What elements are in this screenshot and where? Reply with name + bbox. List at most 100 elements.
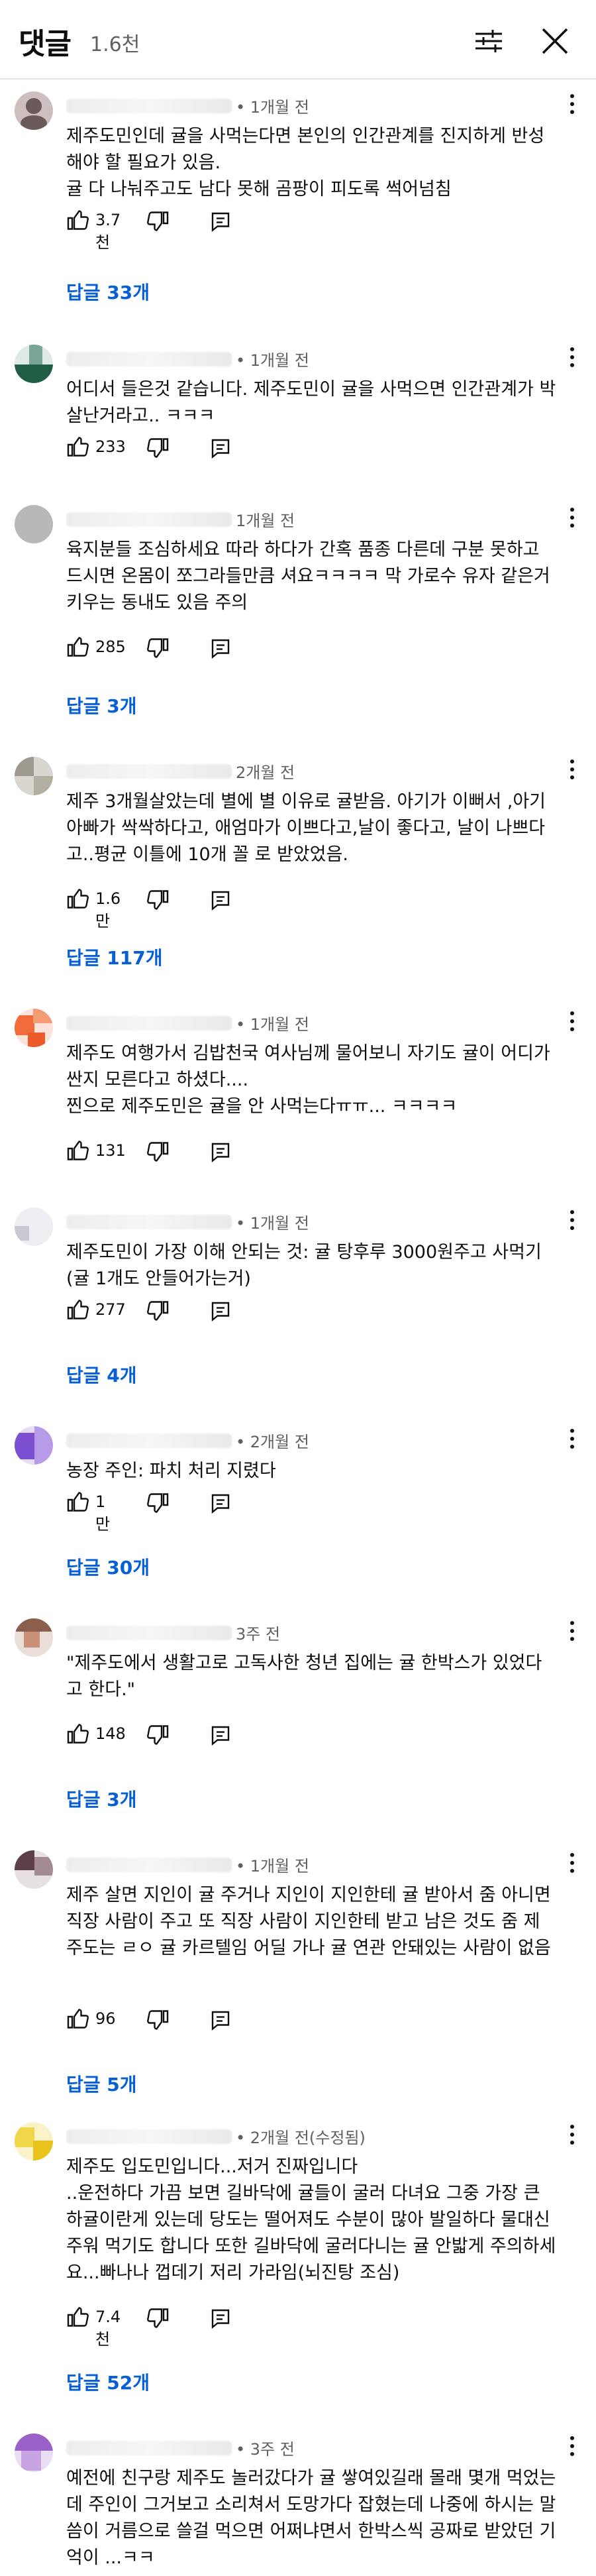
- reply-icon[interactable]: [209, 888, 232, 912]
- comment-time: 1개월 전: [236, 512, 295, 530]
- view-replies-link[interactable]: 답글 4개: [66, 1361, 137, 1388]
- comment-meta: • 2개월 전(수정됨): [66, 2125, 366, 2149]
- author-name[interactable]: [66, 512, 232, 527]
- comment-menu-button[interactable]: [566, 345, 579, 374]
- comment-time: • 3주 전: [236, 2440, 295, 2459]
- author-name[interactable]: [66, 1015, 232, 1031]
- avatar[interactable]: [15, 91, 53, 130]
- author-name[interactable]: [66, 1433, 232, 1448]
- thumb-down-icon[interactable]: [146, 636, 170, 660]
- comment-menu-button[interactable]: [566, 757, 579, 786]
- author-name[interactable]: [66, 2129, 232, 2144]
- comment-menu-button[interactable]: [566, 1618, 579, 1648]
- reply-icon[interactable]: [209, 2306, 232, 2330]
- comment-menu-button[interactable]: [566, 1207, 579, 1237]
- reply-icon[interactable]: [209, 1140, 232, 1164]
- author-name[interactable]: [66, 2440, 232, 2455]
- thumb-up-icon[interactable]: [66, 1722, 90, 1746]
- comment-menu-button[interactable]: [566, 505, 579, 534]
- comment-meta: • 1개월 전: [66, 94, 309, 118]
- thumb-up-icon[interactable]: [66, 1139, 90, 1162]
- comment-menu-button[interactable]: [566, 2434, 579, 2463]
- thumb-down-icon[interactable]: [146, 2306, 170, 2330]
- thumb-down-icon[interactable]: [146, 209, 170, 233]
- comment-meta: 1개월 전: [66, 508, 295, 532]
- view-replies-link[interactable]: 답글 3개: [66, 1785, 137, 1812]
- thumb-up-icon[interactable]: [66, 1490, 90, 1514]
- avatar[interactable]: [15, 345, 53, 383]
- author-name[interactable]: [66, 98, 232, 113]
- avatar[interactable]: [15, 1850, 53, 1889]
- avatar[interactable]: [15, 1207, 53, 1246]
- thumb-up-icon[interactable]: [66, 635, 90, 659]
- thumb-up-icon[interactable]: [66, 2007, 90, 2031]
- comment-text: 농장 주인: 파치 처리 지렸다: [66, 1461, 276, 1481]
- view-replies-link[interactable]: 답글 30개: [66, 1553, 150, 1580]
- view-replies-link[interactable]: 답글 117개: [66, 944, 162, 970]
- comment-menu-button[interactable]: [566, 91, 579, 121]
- thumb-down-icon[interactable]: [146, 436, 170, 460]
- comment-time: • 1개월 전: [236, 1015, 309, 1034]
- more-vert-icon: [566, 1853, 579, 1873]
- thumb-up-icon[interactable]: [66, 208, 90, 232]
- more-vert-icon: [566, 759, 579, 779]
- thumb-down-icon[interactable]: [146, 1140, 170, 1164]
- like-count: 1만: [95, 1492, 111, 1534]
- reply-icon[interactable]: [209, 1723, 232, 1747]
- more-vert-icon: [566, 1621, 579, 1641]
- like-count: 131: [95, 1141, 126, 1160]
- comment-menu-button[interactable]: [566, 1850, 579, 1879]
- like-count: 3.7천: [95, 211, 121, 252]
- close-button[interactable]: [536, 23, 573, 60]
- comment-meta: • 1개월 전: [66, 1210, 309, 1234]
- like-count: 7.4천: [95, 2308, 121, 2349]
- reply-icon[interactable]: [209, 636, 232, 660]
- comment-menu-button[interactable]: [566, 1009, 579, 1038]
- thumb-up-icon[interactable]: [66, 887, 90, 911]
- more-vert-icon: [566, 347, 579, 367]
- thumb-up-icon[interactable]: [66, 1298, 90, 1321]
- reply-icon[interactable]: [209, 436, 232, 460]
- avatar[interactable]: [15, 1426, 53, 1465]
- view-replies-link[interactable]: 답글 5개: [66, 2070, 137, 2097]
- reply-icon[interactable]: [209, 1491, 232, 1515]
- more-vert-icon: [566, 1011, 579, 1031]
- avatar[interactable]: [15, 505, 53, 543]
- avatar[interactable]: [15, 1618, 53, 1657]
- comment-meta: • 1개월 전: [66, 1853, 309, 1877]
- sort-filter-button[interactable]: [470, 23, 507, 60]
- comment-meta: • 1개월 전: [66, 347, 309, 371]
- view-replies-link[interactable]: 답글 3개: [66, 692, 137, 718]
- thumb-down-icon[interactable]: [146, 1723, 170, 1747]
- author-name[interactable]: [66, 1857, 232, 1872]
- tune-icon: [475, 30, 502, 52]
- author-name[interactable]: [66, 351, 232, 366]
- view-replies-link[interactable]: 답글 52개: [66, 2369, 150, 2395]
- header-title: 댓글: [19, 27, 72, 61]
- comment-menu-button[interactable]: [566, 2122, 579, 2151]
- reply-icon[interactable]: [209, 209, 232, 233]
- thumb-down-icon[interactable]: [146, 888, 170, 912]
- comment-count: 1.6천: [90, 33, 140, 56]
- comment-menu-button[interactable]: [566, 1426, 579, 1455]
- reply-icon[interactable]: [209, 2008, 232, 2032]
- thumb-up-icon[interactable]: [66, 2305, 90, 2329]
- avatar[interactable]: [15, 2434, 53, 2472]
- reply-icon[interactable]: [209, 1299, 232, 1323]
- author-name[interactable]: [66, 763, 232, 779]
- thumb-down-icon[interactable]: [146, 1299, 170, 1323]
- avatar[interactable]: [15, 2122, 53, 2160]
- thumb-up-icon[interactable]: [66, 435, 90, 459]
- view-replies-link[interactable]: 답글 33개: [66, 278, 150, 305]
- avatar[interactable]: [15, 1009, 53, 1047]
- comment-text: 어디서 들은것 같습니다. 제주도민이 귤을 사먹으면 인간관계가 박살난거라고…: [66, 379, 556, 426]
- more-vert-icon: [566, 94, 579, 114]
- author-name[interactable]: [66, 1625, 232, 1640]
- more-vert-icon: [566, 508, 579, 528]
- comment-text: 제주도민이 가장 이해 안되는 것: 귤 탕후루 3000원주고 사먹기(귤 1…: [66, 1242, 542, 1289]
- avatar[interactable]: [15, 757, 53, 795]
- more-vert-icon: [566, 2436, 579, 2456]
- thumb-down-icon[interactable]: [146, 2008, 170, 2032]
- author-name[interactable]: [66, 1214, 232, 1229]
- thumb-down-icon[interactable]: [146, 1491, 170, 1515]
